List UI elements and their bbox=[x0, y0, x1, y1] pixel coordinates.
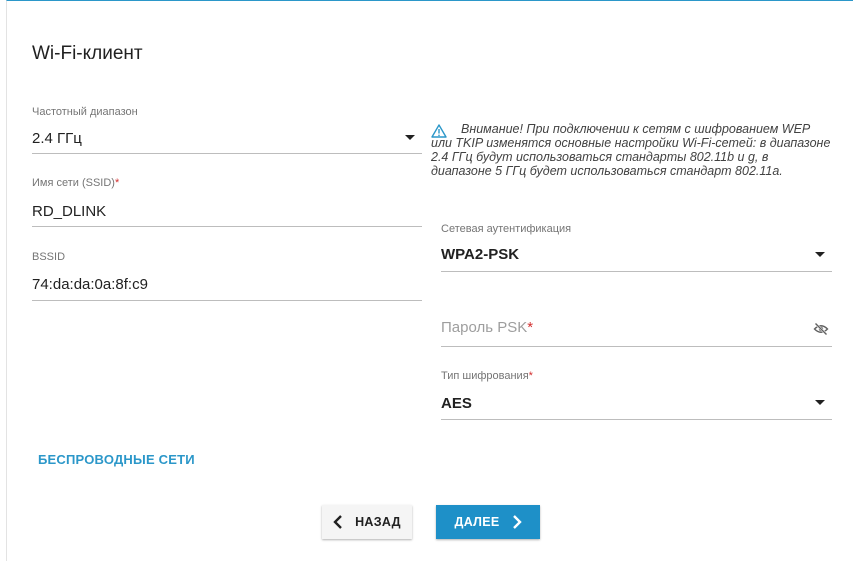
auth-select[interactable]: Сетевая аутентификация WPA2-PSK bbox=[441, 223, 832, 272]
auth-underline bbox=[441, 271, 832, 272]
bssid-underline bbox=[32, 300, 422, 301]
auth-value: WPA2-PSK bbox=[441, 246, 520, 263]
cipher-value: AES bbox=[441, 395, 472, 412]
psk-underline bbox=[441, 346, 832, 347]
psk-field[interactable]: Пароль PSK* bbox=[441, 318, 832, 347]
band-value: 2.4 ГГц bbox=[32, 130, 82, 147]
chevron-right-icon bbox=[512, 515, 522, 529]
page-title: Wi-Fi-клиент bbox=[32, 43, 143, 64]
psk-placeholder: Пароль PSK* bbox=[441, 319, 534, 336]
ssid-underline bbox=[32, 226, 422, 227]
eye-off-icon[interactable] bbox=[813, 322, 829, 336]
ssid-label: Имя сети (SSID)* bbox=[32, 177, 120, 189]
back-button-label: НАЗАД bbox=[355, 515, 401, 529]
auth-label: Сетевая аутентификация bbox=[441, 223, 572, 235]
bssid-field[interactable]: BSSID 74:da:da:0a:8f:c9 bbox=[32, 251, 422, 301]
band-select[interactable]: Частотный диапазон 2.4 ГГц bbox=[32, 106, 422, 154]
warning-text: Внимание! При подключении к сетям с шифр… bbox=[431, 122, 831, 178]
ssid-field[interactable]: Имя сети (SSID)* RD_DLINK bbox=[32, 177, 422, 227]
bssid-label: BSSID bbox=[32, 251, 66, 263]
ssid-value: RD_DLINK bbox=[32, 203, 107, 220]
warning-triangle-icon bbox=[431, 124, 447, 138]
back-button[interactable]: НАЗАД bbox=[322, 505, 412, 539]
warning-notice: Внимание! При подключении к сетям с шифр… bbox=[431, 122, 831, 178]
cipher-underline bbox=[441, 419, 832, 420]
caret-down-icon bbox=[815, 400, 825, 405]
cipher-select[interactable]: Тип шифрования* AES bbox=[441, 370, 832, 420]
cipher-label: Тип шифрования* bbox=[441, 370, 533, 382]
chevron-left-icon bbox=[333, 515, 342, 529]
next-button-label: ДАЛЕЕ bbox=[454, 515, 500, 529]
wireless-networks-link[interactable]: БЕСПРОВОДНЫЕ СЕТИ bbox=[38, 452, 195, 467]
caret-down-icon bbox=[405, 135, 415, 140]
next-button[interactable]: ДАЛЕЕ bbox=[436, 505, 540, 539]
band-label: Частотный диапазон bbox=[32, 106, 138, 118]
caret-down-icon bbox=[815, 252, 825, 257]
band-underline bbox=[32, 153, 422, 154]
bssid-value: 74:da:da:0a:8f:c9 bbox=[32, 276, 148, 293]
